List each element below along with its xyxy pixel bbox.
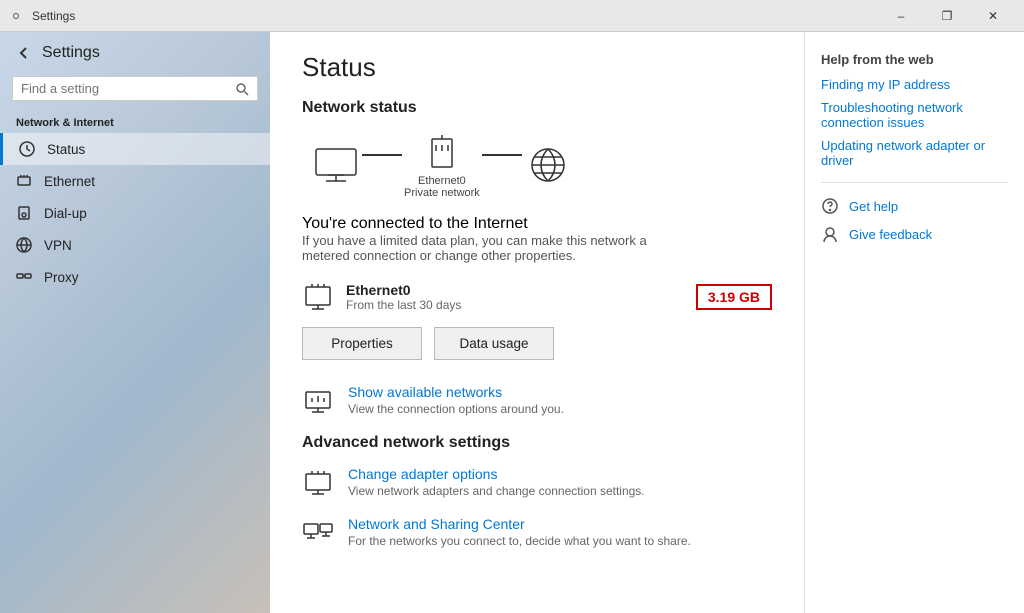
connected-title: You're connected to the Internet — [302, 215, 772, 233]
sidebar-item-status[interactable]: Status — [0, 133, 270, 165]
proxy-icon — [16, 269, 32, 285]
search-box[interactable] — [12, 76, 258, 101]
adapter-icon — [424, 131, 460, 171]
give-feedback-label[interactable]: Give feedback — [849, 227, 932, 242]
back-button[interactable]: Settings — [0, 36, 270, 70]
sidebar-item-vpn[interactable]: VPN — [0, 229, 270, 261]
show-networks-icon — [302, 384, 334, 416]
help-link-2[interactable]: Updating network adapter or driver — [821, 138, 1008, 168]
app-body: Settings Network & Internet Status — [0, 32, 1024, 613]
ethernet-row: Ethernet0 From the last 30 days 3.19 GB — [302, 281, 772, 313]
help-link-0[interactable]: Finding my IP address — [821, 77, 1008, 92]
advanced-section: Advanced network settings Change adapter… — [302, 434, 772, 548]
sidebar-label-vpn: VPN — [44, 238, 72, 253]
adapter-label: Ethernet0 — [418, 175, 466, 187]
show-networks-item: Show available networks View the connect… — [302, 384, 772, 416]
sharing-center-item: Network and Sharing Center For the netwo… — [302, 516, 772, 548]
eth-adapter-icon — [302, 281, 334, 313]
adapter-icon-group: Ethernet0 Private network — [404, 131, 480, 199]
connected-desc: If you have a limited data plan, you can… — [302, 233, 682, 263]
search-input[interactable] — [21, 81, 235, 96]
sharing-center-icon — [302, 516, 334, 548]
settings-icon — [8, 8, 24, 24]
eth-name: Ethernet0 — [346, 282, 684, 298]
change-adapter-desc: View network adapters and change connect… — [348, 484, 645, 498]
get-help-icon — [821, 197, 839, 215]
change-adapter-text: Change adapter options View network adap… — [348, 466, 645, 498]
titlebar-title: Settings — [32, 9, 75, 23]
get-help-item[interactable]: Get help — [821, 197, 1008, 215]
sidebar-label-dialup: Dial-up — [44, 206, 87, 221]
computer-icon — [312, 145, 360, 185]
net-line-1 — [362, 154, 402, 156]
properties-button[interactable]: Properties — [302, 327, 422, 360]
dialup-icon — [16, 205, 32, 221]
eth-info: Ethernet0 From the last 30 days — [346, 282, 684, 312]
main-content: Status Network status — [270, 32, 804, 613]
data-usage-button[interactable]: Data usage — [434, 327, 554, 360]
network-label: Private network — [404, 187, 480, 199]
sidebar-section-title: Network & Internet — [0, 111, 270, 133]
titlebar-controls: – ❐ ✕ — [878, 0, 1016, 32]
sidebar-item-dialup[interactable]: Dial-up — [0, 197, 270, 229]
app-title: Settings — [42, 44, 100, 62]
vpn-icon — [16, 237, 32, 253]
sidebar: Settings Network & Internet Status — [0, 32, 270, 613]
get-help-label[interactable]: Get help — [849, 199, 898, 214]
sharing-center-text: Network and Sharing Center For the netwo… — [348, 516, 691, 548]
computer-icon-group — [312, 145, 360, 185]
show-networks-desc: View the connection options around you. — [348, 402, 564, 416]
titlebar: Settings – ❐ ✕ — [0, 0, 1024, 32]
sidebar-label-status: Status — [47, 142, 85, 157]
back-icon — [16, 45, 32, 61]
minimize-button[interactable]: – — [878, 0, 924, 32]
data-usage-badge: 3.19 GB — [696, 284, 772, 310]
sharing-center-desc: For the networks you connect to, decide … — [348, 534, 691, 548]
net-line-2 — [482, 154, 522, 156]
page-title: Status — [302, 52, 772, 83]
help-divider — [821, 182, 1008, 183]
give-feedback-item[interactable]: Give feedback — [821, 225, 1008, 243]
sidebar-label-ethernet: Ethernet — [44, 174, 95, 189]
advanced-title: Advanced network settings — [302, 434, 772, 452]
give-feedback-icon — [821, 225, 839, 243]
help-link-1[interactable]: Troubleshooting network connection issue… — [821, 100, 1008, 130]
sharing-center-title[interactable]: Network and Sharing Center — [348, 516, 691, 532]
sidebar-item-proxy[interactable]: Proxy — [0, 261, 270, 293]
adapter-options-icon — [302, 466, 334, 498]
show-networks-text: Show available networks View the connect… — [348, 384, 564, 416]
titlebar-left: Settings — [8, 8, 75, 24]
help-title: Help from the web — [821, 52, 1008, 67]
search-icon — [235, 82, 249, 96]
status-icon — [19, 141, 35, 157]
show-networks-title[interactable]: Show available networks — [348, 384, 564, 400]
change-adapter-item: Change adapter options View network adap… — [302, 466, 772, 498]
restore-button[interactable]: ❐ — [924, 0, 970, 32]
right-panel: Help from the web Finding my IP address … — [804, 32, 1024, 613]
btn-row: Properties Data usage — [302, 327, 772, 360]
globe-icon-group — [524, 145, 572, 185]
network-diagram: Ethernet0 Private network — [302, 131, 772, 199]
change-adapter-title[interactable]: Change adapter options — [348, 466, 645, 482]
ethernet-icon — [16, 173, 32, 189]
network-status-title: Network status — [302, 99, 772, 117]
sidebar-item-ethernet[interactable]: Ethernet — [0, 165, 270, 197]
globe-icon — [524, 145, 572, 185]
eth-sub: From the last 30 days — [346, 298, 684, 312]
close-button[interactable]: ✕ — [970, 0, 1016, 32]
sidebar-label-proxy: Proxy — [44, 270, 79, 285]
